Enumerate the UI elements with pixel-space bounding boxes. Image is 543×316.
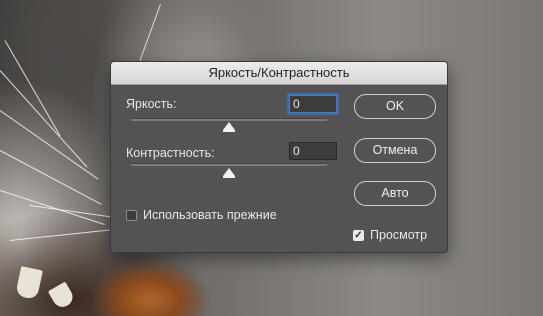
- use-legacy-label[interactable]: Использовать прежние: [143, 208, 277, 222]
- contrast-input[interactable]: 0: [289, 142, 337, 160]
- use-legacy-checkbox[interactable]: [126, 210, 137, 221]
- preview-checkbox[interactable]: ✓: [353, 230, 364, 241]
- contrast-slider-thumb[interactable]: [223, 168, 235, 178]
- preview-label[interactable]: Просмотр: [370, 228, 427, 242]
- brightness-contrast-dialog: Яркость/Контрастность Яркость: 0 Контрас…: [110, 61, 448, 253]
- cancel-button[interactable]: Отмена: [354, 138, 436, 163]
- brightness-slider-thumb[interactable]: [223, 122, 235, 132]
- dialog-title: Яркость/Контрастность: [111, 62, 447, 85]
- brightness-input[interactable]: 0: [289, 95, 337, 113]
- ok-button[interactable]: OK: [354, 94, 436, 119]
- checkmark-icon: ✓: [354, 230, 363, 241]
- auto-button[interactable]: Авто: [354, 181, 436, 206]
- brightness-slider-track[interactable]: [131, 118, 327, 121]
- contrast-label: Контрастность:: [126, 146, 215, 160]
- brightness-label: Яркость:: [126, 97, 177, 111]
- contrast-slider-track[interactable]: [131, 163, 327, 166]
